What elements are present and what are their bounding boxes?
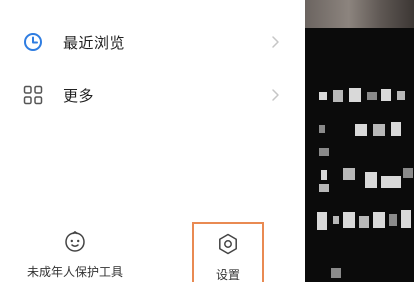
pixelated-text — [389, 214, 397, 226]
pixelated-text — [355, 124, 367, 136]
menu-item-more-label: 更多 — [63, 86, 95, 105]
pixelated-text — [381, 176, 401, 188]
pixelated-text — [321, 170, 327, 180]
pixelated-text — [319, 148, 329, 156]
dimmed-background-content[interactable] — [305, 0, 414, 282]
background-image-strip — [305, 0, 414, 28]
clock-icon — [22, 31, 44, 53]
settings-button[interactable]: 设置 — [192, 222, 264, 282]
pixelated-text — [331, 268, 341, 278]
pixelated-text — [381, 89, 391, 101]
chevron-right-icon — [272, 89, 279, 101]
pixelated-text — [365, 172, 377, 188]
settings-label: 设置 — [215, 268, 240, 282]
pixelated-text — [317, 212, 327, 230]
pixelated-text — [333, 216, 339, 224]
pixelated-text — [397, 91, 405, 100]
pixelated-text — [359, 216, 369, 228]
pixelated-text — [319, 92, 327, 100]
minor-protection-tool-button[interactable]: 未成年人保护工具 — [16, 230, 134, 280]
pixelated-text — [373, 124, 385, 136]
pixelated-text — [319, 125, 325, 133]
chevron-right-icon — [272, 36, 279, 48]
pixelated-text — [367, 92, 377, 100]
pixelated-text — [349, 88, 361, 102]
side-drawer: 最近浏览 更多 未成年人保护工具 设置 — [0, 0, 305, 282]
pixelated-text — [401, 210, 411, 228]
menu-item-more[interactable]: 更多 — [0, 73, 300, 117]
minor-protection-tool-label: 未成年人保护工具 — [26, 265, 123, 279]
pixelated-text — [333, 90, 343, 102]
pixelated-text — [343, 168, 355, 180]
grid-icon — [22, 84, 44, 106]
menu-item-recent-label: 最近浏览 — [63, 33, 126, 52]
menu-item-recent[interactable]: 最近浏览 — [0, 20, 300, 64]
pixelated-text — [403, 168, 413, 178]
gear-icon — [216, 232, 240, 260]
pixelated-text — [343, 212, 355, 228]
pixelated-text — [373, 212, 385, 228]
smiley-icon — [63, 230, 87, 258]
pixelated-text — [319, 184, 329, 192]
pixelated-text — [391, 122, 401, 136]
